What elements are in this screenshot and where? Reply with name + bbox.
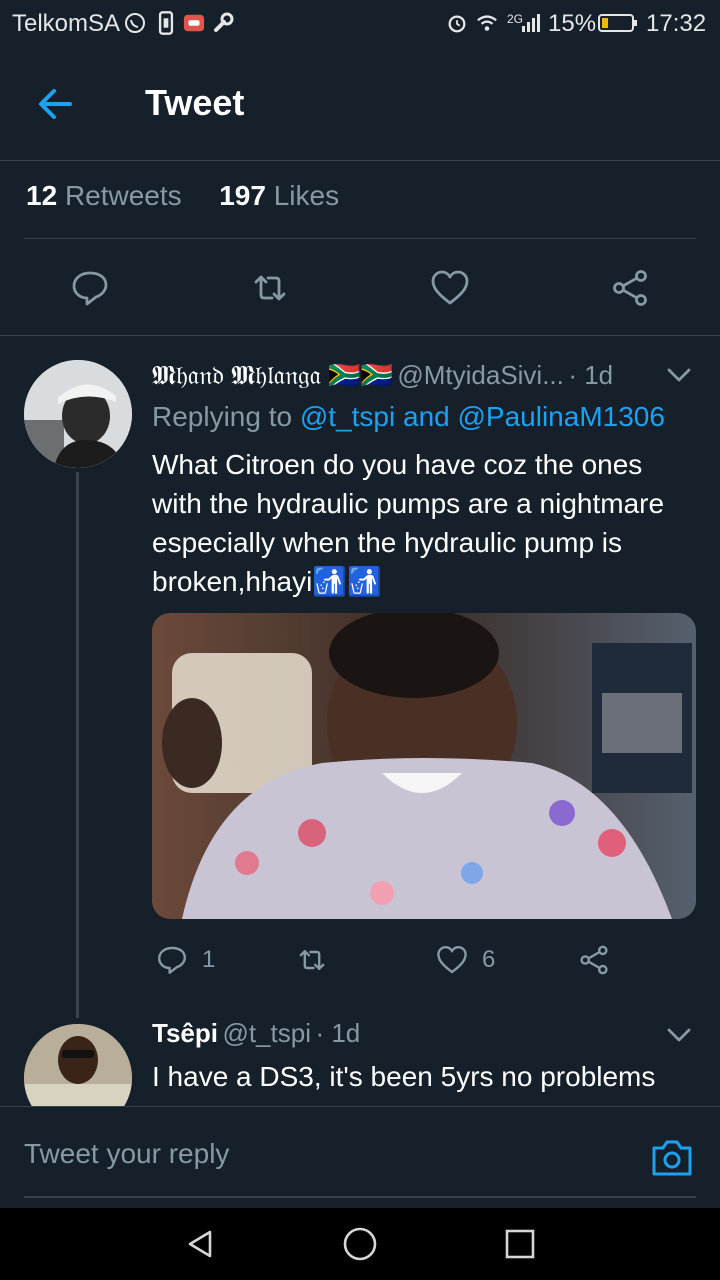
status-bar: TelkomSA 2G 15% 17:32 <box>0 0 720 48</box>
divider <box>24 238 696 239</box>
tweet-text: I have a DS3, it's been 5yrs no problems <box>152 1061 656 1092</box>
likes-label[interactable]: Likes <box>274 180 339 211</box>
nav-back-icon[interactable] <box>184 1228 216 1260</box>
share-button[interactable] <box>600 258 660 318</box>
tweet-text: What Citroen do you have coz the ones wi… <box>152 449 665 597</box>
system-nav-bar <box>0 1208 720 1280</box>
sim-icon <box>158 11 174 35</box>
retweets-label[interactable]: Retweets <box>65 180 182 211</box>
chevron-down-icon[interactable] <box>666 1024 692 1046</box>
clock: 17:32 <box>646 10 707 37</box>
app-notification-icon <box>183 14 205 32</box>
chevron-down-icon[interactable] <box>666 364 692 386</box>
tweet-time: · 1d <box>568 360 614 390</box>
battery-icon <box>598 14 637 32</box>
retweet-button[interactable] <box>240 258 300 318</box>
author-name[interactable]: Tsêpi <box>152 1018 218 1048</box>
reply-icon <box>72 271 108 306</box>
reply1-header: 𝕸𝔥𝔞𝔫𝔡 𝕸𝔥𝔩𝔞𝔫𝔤𝔞 🇿🇦🇿🇦 @MtyidaSivi... · 1d <box>152 360 652 394</box>
replying-to: Replying to @t_tspi and @PaulinaM1306 <box>152 401 665 433</box>
app-bar: Tweet <box>0 48 720 161</box>
author-handle[interactable]: @MtyidaSivi... <box>397 360 564 390</box>
avatar-photo <box>24 360 132 468</box>
share-icon <box>613 270 647 306</box>
wrench-icon <box>214 12 234 32</box>
tweet-media[interactable] <box>152 613 696 919</box>
like-icon <box>431 270 469 305</box>
avatar[interactable] <box>24 360 132 468</box>
camera-icon[interactable] <box>650 1136 694 1180</box>
like-icon <box>437 946 467 974</box>
author-name[interactable]: 𝕸𝔥𝔞𝔫𝔡 𝕸𝔥𝔩𝔞𝔫𝔤𝔞 🇿🇦🇿🇦 <box>152 360 393 390</box>
reply1-like-button[interactable]: 6 <box>436 940 495 980</box>
nav-recents-icon[interactable] <box>504 1228 536 1260</box>
replying-to-label: Replying to <box>152 401 293 432</box>
like-count: 6 <box>482 946 496 973</box>
alarm-icon <box>448 15 466 33</box>
back-arrow-icon[interactable] <box>30 78 82 130</box>
reply-button[interactable] <box>60 258 120 318</box>
share-icon <box>580 945 608 975</box>
replying-to-users[interactable]: @t_tspi and @PaulinaM1306 <box>300 401 665 432</box>
retweets-count[interactable]: 12 <box>26 180 57 211</box>
retweet-icon <box>299 950 325 970</box>
media-photo <box>152 613 696 919</box>
reply-input[interactable]: Tweet your reply <box>24 1138 229 1170</box>
carrier-label: TelkomSA <box>12 10 121 37</box>
reply-count: 1 <box>202 946 216 973</box>
reply2-header: Tsêpi @t_tspi · 1d <box>152 1018 652 1049</box>
retweet-icon <box>254 275 286 301</box>
signal-icon <box>522 14 540 32</box>
thread-line <box>76 472 79 1018</box>
nav-home-icon[interactable] <box>342 1226 378 1262</box>
wifi-icon <box>477 15 497 31</box>
divider <box>0 335 720 336</box>
tweet-time: · 1d <box>315 1018 361 1048</box>
author-handle[interactable]: @t_tspi <box>222 1018 311 1048</box>
battery-percent: 15% <box>548 10 597 37</box>
reply-icon <box>158 946 186 974</box>
reply1-reply-button[interactable]: 1 <box>156 940 215 980</box>
whatsapp-icon <box>125 13 145 33</box>
reply1-retweet-button[interactable] <box>296 940 328 980</box>
reply-input-underline <box>24 1196 696 1198</box>
page-title: Tweet <box>145 82 245 123</box>
likes-count[interactable]: 197 <box>219 180 266 211</box>
like-button[interactable] <box>420 258 480 318</box>
engagement-stats: 12 Retweets 197 Likes <box>26 180 339 212</box>
reply1-share-button[interactable] <box>578 940 610 980</box>
